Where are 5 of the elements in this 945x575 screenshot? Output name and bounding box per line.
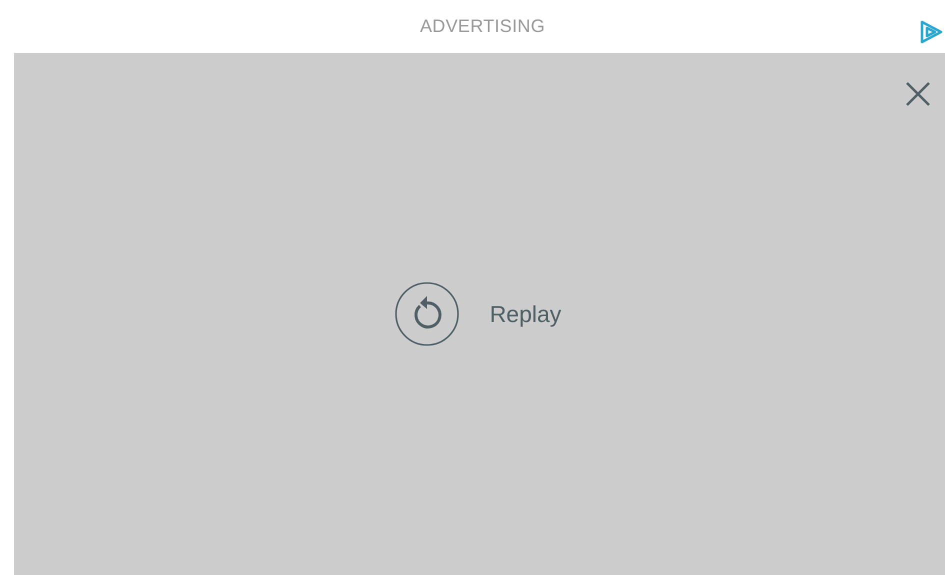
replay-icon	[394, 281, 460, 347]
play-icon[interactable]	[919, 20, 943, 44]
replay-button[interactable]: Replay	[394, 281, 562, 347]
advertising-label: ADVERTISING	[420, 15, 545, 38]
close-button[interactable]	[905, 81, 931, 107]
